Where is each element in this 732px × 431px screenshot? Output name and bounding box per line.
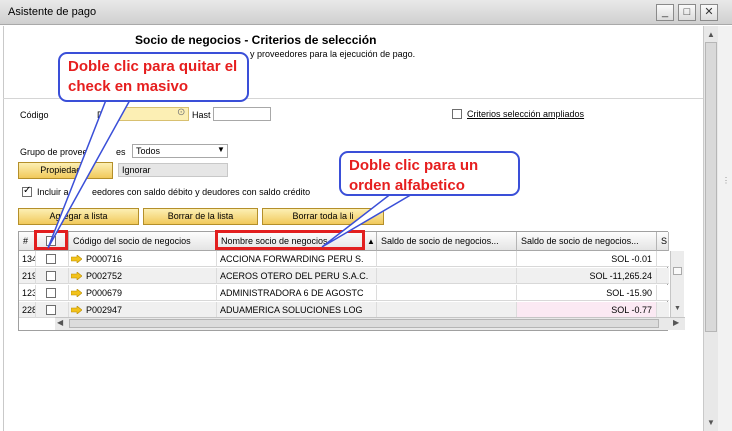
row-saldo-1 xyxy=(377,285,517,301)
col-header-saldo-1[interactable]: Saldo de socio de negocios... xyxy=(377,232,517,251)
window-title: Asistente de pago xyxy=(8,6,97,18)
row-checkbox-cell[interactable] xyxy=(36,251,69,267)
scroll-down-icon[interactable]: ▼ xyxy=(707,418,715,427)
col-header-codigo[interactable]: Código del socio de negocios xyxy=(69,232,217,251)
ignorar-label: Ignorar xyxy=(122,165,151,175)
link-arrow-icon[interactable] xyxy=(71,272,82,280)
link-arrow-icon[interactable] xyxy=(71,255,82,263)
row-code: P002947 xyxy=(86,305,123,315)
hasta-label: Hast xyxy=(192,110,211,120)
close-button[interactable]: ✕ xyxy=(700,4,718,21)
link-arrow-icon[interactable] xyxy=(71,289,82,297)
borrar-lista-button[interactable]: Borrar de la lista xyxy=(143,208,258,225)
table-row[interactable]: 228 P002947 ADUAMERICA SOLUCIONES LOG SO… xyxy=(19,302,669,318)
page-subtitle: y proveedores para la ejecución de pago. xyxy=(250,49,416,59)
grupo-select-value: Todos xyxy=(136,146,161,156)
name-header-highlight xyxy=(215,230,365,250)
scroll-up-icon[interactable]: ▲ xyxy=(707,30,715,39)
row-saldo-2: SOL -0.01 xyxy=(517,251,657,267)
maximize-button[interactable]: □ xyxy=(678,4,696,21)
grid-scroll-thumb[interactable] xyxy=(673,267,682,275)
row-code-cell[interactable]: P000679 xyxy=(69,285,217,301)
row-name: ADUAMERICA SOLUCIONES LOG xyxy=(217,302,377,318)
table-row[interactable]: 219 P002752 ACEROS OTERO DEL PERU S.A.C.… xyxy=(19,268,669,284)
callout-right: Doble clic para un orden alfabetico xyxy=(339,151,520,196)
agregar-lista-button[interactable]: Agregar a lista xyxy=(18,208,139,225)
row-number: 123 xyxy=(19,285,36,301)
row-number: 228 xyxy=(19,302,36,318)
row-code: P002752 xyxy=(86,271,123,281)
row-checkbox[interactable] xyxy=(46,254,56,264)
splitter-grip-icon[interactable]: ⋮ xyxy=(722,176,730,185)
table-row[interactable]: 134 P000716 ACCIONA FORWARDING PERU S. S… xyxy=(19,251,669,267)
row-name: ADMINISTRADORA 6 DE AGOSTC xyxy=(217,285,377,301)
hasta-input[interactable] xyxy=(213,107,271,121)
desde-input[interactable]: ⊙ xyxy=(118,107,189,121)
chevron-down-icon[interactable]: ▼ xyxy=(217,145,225,154)
propiedades-button[interactable]: Propiedades xyxy=(18,162,113,179)
row-saldo-2: SOL -0.77 xyxy=(517,302,657,318)
callout-left: Doble clic para quitar el check en masiv… xyxy=(58,52,249,102)
row-checkbox-cell[interactable] xyxy=(36,302,69,318)
criterios-label: Criterios selección ampliados xyxy=(467,109,585,119)
grid-horizontal-scrollbar[interactable]: ◀ ▶ xyxy=(55,317,685,330)
row-saldo-1 xyxy=(377,251,517,267)
lookup-icon[interactable]: ⊙ xyxy=(177,107,185,118)
sort-ascending-icon: ▲ xyxy=(367,237,375,246)
link-arrow-icon[interactable] xyxy=(71,306,82,314)
grid-scroll-left-icon[interactable]: ◀ xyxy=(57,318,63,327)
grid-hscroll-thumb[interactable] xyxy=(69,319,659,328)
grid-scroll-down-icon[interactable]: ▼ xyxy=(674,305,681,312)
codigo-label: Código xyxy=(20,110,49,120)
row-code-cell[interactable]: P002947 xyxy=(69,302,217,318)
row-checkbox-cell[interactable] xyxy=(36,268,69,284)
select-all-highlight xyxy=(34,230,68,250)
col-header-saldo-2[interactable]: Saldo de socio de negocios... xyxy=(517,232,657,251)
row-saldo-2: SOL -15.90 xyxy=(517,285,657,301)
row-code-cell[interactable]: P002752 xyxy=(69,268,217,284)
desde-label: Desd xyxy=(97,110,119,120)
dialog-vertical-scrollbar[interactable]: ▲ ▼ xyxy=(703,26,718,431)
row-checkbox[interactable] xyxy=(46,305,56,315)
incluir-checkbox[interactable] xyxy=(22,185,32,197)
ignorar-field[interactable]: Ignorar xyxy=(118,163,228,177)
row-saldo-1 xyxy=(377,302,517,318)
incluir-label-start: Incluir a xyxy=(37,187,69,197)
row-saldo-1 xyxy=(377,268,517,284)
row-code: P000679 xyxy=(86,288,123,298)
page-title: Socio de negocios - Criterios de selecci… xyxy=(135,33,377,47)
grupo-label-tail: es xyxy=(116,147,126,157)
row-checkbox[interactable] xyxy=(46,288,56,298)
row-name: ACEROS OTERO DEL PERU S.A.C. xyxy=(217,268,377,284)
grid-scroll-right-icon[interactable]: ▶ xyxy=(673,318,679,327)
grid-vertical-scrollbar[interactable]: ▼ xyxy=(670,251,684,317)
row-number: 219 xyxy=(19,268,36,284)
grupo-label: Grupo de provee xyxy=(20,147,88,157)
row-name: ACCIONA FORWARDING PERU S. xyxy=(217,251,377,267)
row-checkbox[interactable] xyxy=(46,271,56,281)
table-row[interactable]: 123 P000679 ADMINISTRADORA 6 DE AGOSTC S… xyxy=(19,285,669,301)
scroll-thumb[interactable] xyxy=(705,42,717,332)
window-side-panel: ⋮ xyxy=(718,26,732,431)
row-code-cell[interactable]: P000716 xyxy=(69,251,217,267)
minimize-button[interactable]: _ xyxy=(656,4,674,21)
row-number: 134 xyxy=(19,251,36,267)
row-saldo-2: SOL -11,265.24 xyxy=(517,268,657,284)
grupo-select[interactable]: Todos ▼ xyxy=(132,144,228,158)
criterios-checkbox[interactable] xyxy=(452,109,462,119)
row-code: P000716 xyxy=(86,254,123,264)
col-header-s[interactable]: S xyxy=(657,232,669,251)
row-checkbox-cell[interactable] xyxy=(36,285,69,301)
borrar-toda-lista-button[interactable]: Borrar toda la li xyxy=(262,208,384,225)
window-titlebar[interactable]: Asistente de pago _ □ ✕ xyxy=(0,0,732,25)
incluir-label-end: eedores con saldo débito y deudores con … xyxy=(92,187,311,197)
